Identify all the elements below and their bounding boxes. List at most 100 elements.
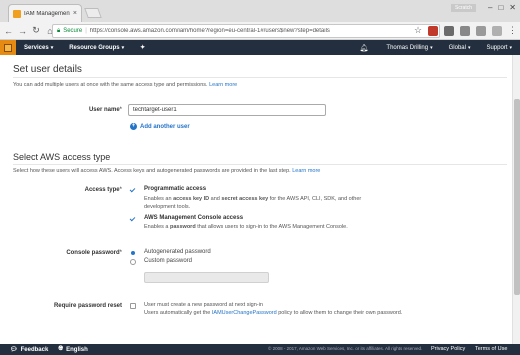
terms-of-use-link[interactable]: Terms of Use (475, 346, 507, 352)
iam-user-change-password-link[interactable]: IAMUserChangePassword (212, 310, 277, 316)
star-icon[interactable]: ☆ (414, 25, 422, 36)
maximize-icon[interactable]: □ (498, 3, 503, 12)
description-text: You can add multiple users at once with … (13, 82, 208, 88)
learn-more-link[interactable]: Learn more (292, 168, 320, 174)
set-user-details-description: You can add multiple users at once with … (13, 82, 237, 88)
divider (13, 164, 507, 165)
required-mark: * (119, 250, 122, 256)
extension-icon-gray-3[interactable] (492, 25, 502, 36)
desc-bold: secret access key (221, 196, 269, 202)
aws-nav-right: 🔔︎ Thomas Drilling ▾ Global ▾ Support ▾ (350, 40, 520, 55)
vertical-scrollbar[interactable] (512, 55, 520, 344)
scrollbar-thumb[interactable] (514, 99, 520, 295)
user-menu[interactable]: Thomas Drilling ▾ (378, 45, 440, 51)
new-tab-button[interactable] (84, 8, 102, 18)
chevron-down-icon: ▾ (430, 44, 433, 51)
privacy-policy-link[interactable]: Privacy Policy (431, 346, 465, 352)
feedback-icon: 💬︎ (10, 347, 18, 353)
chevron-down-icon: ▾ (50, 44, 54, 51)
main-content: Set user details You can add multiple us… (0, 55, 512, 344)
console-access-description: Enables a password that allows users to … (144, 223, 424, 231)
chevron-down-icon: ▾ (509, 44, 512, 51)
custom-password-radio[interactable] (130, 259, 136, 265)
reset-text: Users automatically get the (144, 310, 212, 316)
extension-icon-gray[interactable] (444, 25, 454, 36)
programmatic-access-description: Enables an access key ID and secret acce… (144, 195, 394, 211)
access-type-label-text: Access type (84, 187, 120, 193)
resource-groups-label: Resource Groups (69, 44, 120, 51)
reload-icon[interactable]: ↻ (32, 25, 40, 36)
aws-footer: 💬︎ Feedback 🌐︎ English © 2008 - 2017, Am… (0, 344, 520, 355)
address-bar[interactable]: 🔒︎ Secure | https://console.aws.amazon.c… (52, 24, 440, 38)
autogenerated-password-radio[interactable] (130, 250, 136, 256)
window-controls: Scratch – □ ✕ (451, 3, 516, 12)
support-menu[interactable]: Support ▾ (478, 45, 520, 51)
language-selector[interactable]: 🌐︎ English (48, 346, 87, 353)
aws-logo[interactable] (0, 40, 16, 55)
reset-line-2: Users automatically get the IAMUserChang… (144, 309, 404, 317)
programmatic-access-title: Programmatic access (144, 186, 207, 192)
chevron-down-icon: ▾ (467, 44, 471, 51)
pushpin-icon: ✦ (140, 45, 146, 51)
desc-text: Enables a (144, 224, 170, 230)
user-name-label: User name* (70, 107, 122, 113)
access-type-label: Access type* (70, 187, 122, 193)
user-name-input[interactable] (128, 104, 326, 116)
extension-icon-red[interactable] (428, 25, 438, 36)
divider (13, 77, 507, 78)
bell-icon[interactable]: 🔔︎ (350, 44, 379, 52)
programmatic-access-checkbox[interactable] (130, 187, 136, 193)
access-description-text: Select how these users will access AWS. … (13, 168, 291, 174)
aws-nav-bar: Services ▾ Resource Groups ▾ ✦ 🔔︎ Thomas… (0, 40, 520, 55)
access-type-description: Select how these users will access AWS. … (13, 168, 320, 174)
feedback-button[interactable]: 💬︎ Feedback (0, 346, 49, 354)
reset-text: policy to allow them to change their own… (276, 310, 403, 316)
copyright-text: © 2008 - 2017, Amazon Web Services, Inc.… (268, 346, 423, 351)
require-password-reset-checkbox[interactable] (130, 303, 136, 309)
region-menu[interactable]: Global ▾ (441, 45, 479, 51)
autogenerated-password-label: Autogenerated password (144, 249, 211, 255)
plus-icon: + (130, 123, 137, 130)
required-mark: * (119, 187, 122, 193)
desc-bold: password (170, 224, 196, 230)
extension-icons: ☆ ⋮ (414, 25, 517, 36)
console-access-title: AWS Management Console access (144, 215, 244, 221)
back-icon[interactable]: ← (4, 26, 13, 36)
resource-groups-menu[interactable]: Resource Groups ▾ (61, 45, 132, 51)
console-access-checkbox[interactable] (130, 216, 136, 222)
learn-more-link[interactable]: Learn more (209, 82, 237, 88)
profile-badge[interactable]: Scratch (451, 3, 476, 12)
desc-text: Enables an (144, 196, 174, 202)
secure-label: Secure (63, 28, 83, 34)
forward-icon[interactable]: → (18, 26, 27, 36)
feedback-label: Feedback (20, 346, 49, 353)
add-another-user-button[interactable]: + Add another user (130, 123, 190, 130)
url-text: https://console.aws.amazon.com/iam/home?… (89, 28, 330, 34)
pin-shortcut[interactable]: ✦ (132, 44, 153, 51)
tab-close-icon[interactable]: × (73, 10, 77, 17)
aws-cube-icon (4, 43, 12, 52)
language-label: English (66, 346, 88, 353)
menu-icon[interactable]: ⋮ (508, 25, 517, 36)
close-window-icon[interactable]: ✕ (509, 3, 516, 12)
console-password-label: Console password* (40, 250, 122, 256)
services-menu[interactable]: Services ▾ (16, 45, 61, 51)
globe-icon: 🌐︎ (58, 346, 64, 352)
minimize-icon[interactable]: – (488, 3, 492, 12)
region-label: Global (448, 44, 466, 51)
extension-icon-gray-2[interactable] (476, 25, 486, 36)
desc-bold: access key ID (173, 196, 210, 202)
browser-tab-strip: IAM Management Conso × Scratch – □ ✕ (0, 0, 520, 22)
user-label: Thomas Drilling (386, 44, 429, 51)
browser-tab[interactable]: IAM Management Conso × (8, 4, 82, 22)
desc-text: and (209, 196, 222, 202)
access-type-title: Select AWS access type (13, 152, 111, 162)
set-user-details-title: Set user details (13, 64, 82, 75)
separator: | (85, 28, 87, 34)
lock-icon: 🔒︎ (57, 27, 61, 34)
support-label: Support (486, 44, 508, 51)
reset-line-1: User must create a new password at next … (144, 302, 263, 308)
pin-icon[interactable] (460, 25, 470, 36)
chevron-down-icon: ▾ (121, 44, 125, 51)
custom-password-input[interactable] (144, 272, 269, 283)
